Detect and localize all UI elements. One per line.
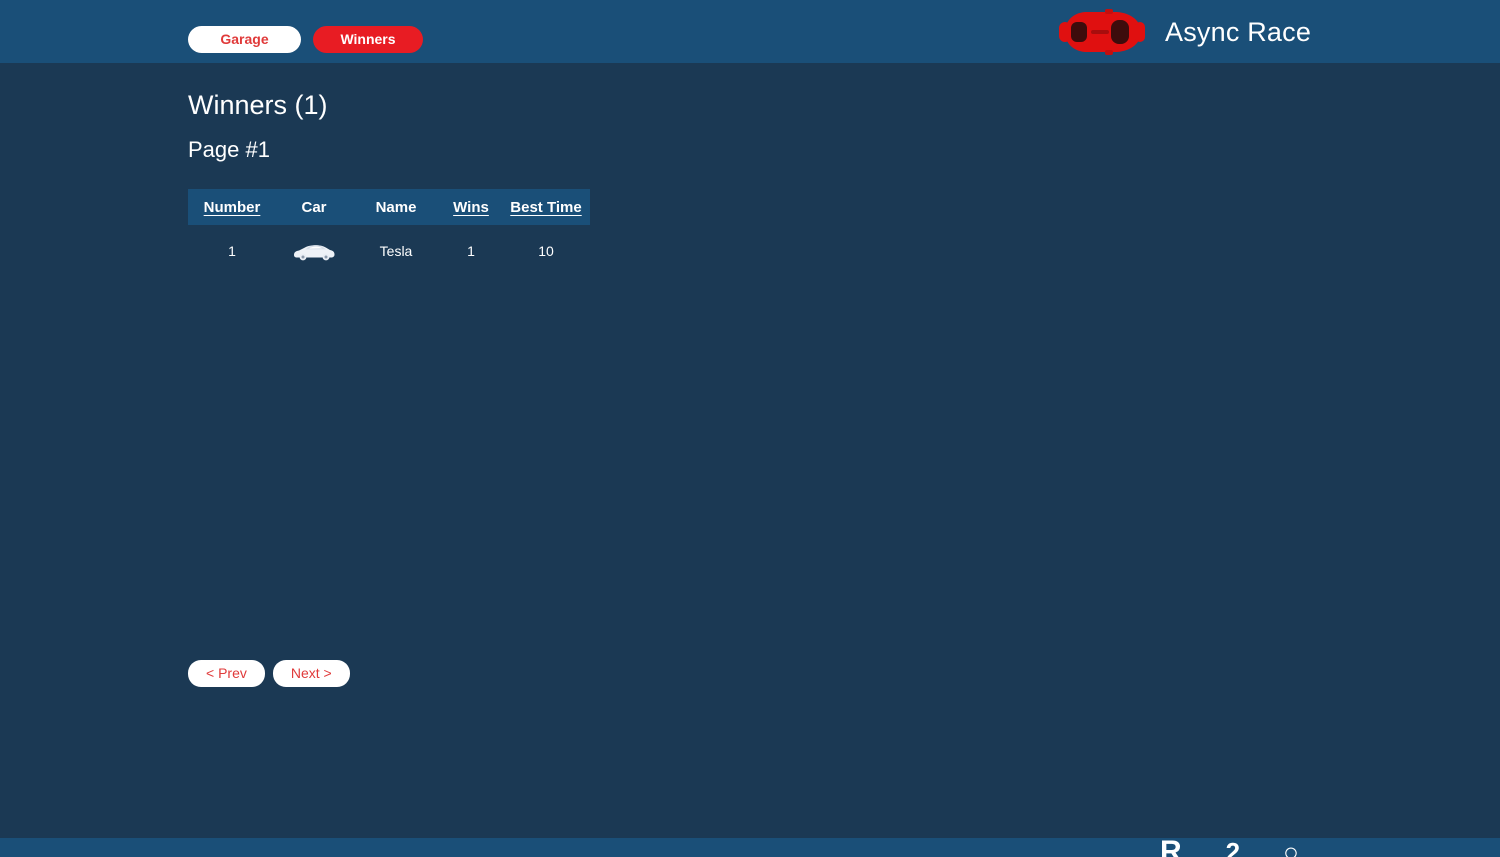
rolling-scopes-logo-icon[interactable]: R bbox=[1160, 838, 1182, 857]
app-footer: R 2 ○ bbox=[0, 838, 1500, 857]
brand: Async Race bbox=[1055, 8, 1311, 56]
column-header-best-time-label[interactable]: Best Time bbox=[510, 199, 581, 216]
column-header-best-time[interactable]: Best Time bbox=[502, 189, 590, 225]
table-body: 1 Tesla 1 10 bbox=[188, 225, 590, 277]
copyright-circle-icon: ○ bbox=[1283, 838, 1299, 857]
cell-best-time: 10 bbox=[538, 243, 554, 259]
main-content: Winners (1) Page #1 Number Car Name Wins… bbox=[0, 63, 1500, 838]
column-header-name: Name bbox=[352, 189, 440, 225]
page-number-label: Page #1 bbox=[188, 137, 270, 162]
nav-button-winners[interactable]: Winners bbox=[313, 26, 423, 53]
table-header: Number Car Name Wins Best Time bbox=[188, 189, 590, 225]
column-header-wins-label[interactable]: Wins bbox=[453, 199, 489, 216]
column-header-name-label: Name bbox=[375, 198, 417, 216]
red-race-car-top-view-icon bbox=[1055, 8, 1147, 56]
pagination-controls: < Prev Next > bbox=[188, 660, 350, 687]
cell-number: 1 bbox=[228, 243, 236, 259]
column-header-car: Car bbox=[276, 189, 352, 225]
cell-car bbox=[276, 225, 352, 277]
footer-year-label: 2 bbox=[1225, 838, 1241, 857]
table-header-row: Number Car Name Wins Best Time bbox=[188, 189, 590, 225]
app-title: Async Race bbox=[1165, 16, 1312, 47]
column-header-number-label[interactable]: Number bbox=[204, 199, 261, 216]
column-header-wins[interactable]: Wins bbox=[440, 189, 502, 225]
prev-page-button[interactable]: < Prev bbox=[188, 660, 265, 687]
next-page-button[interactable]: Next > bbox=[272, 660, 350, 687]
winners-table: Number Car Name Wins Best Time 1 Tesla 1… bbox=[188, 189, 590, 277]
cell-wins: 1 bbox=[467, 243, 475, 259]
white-sedan-side-view-icon bbox=[292, 242, 336, 261]
column-header-number[interactable]: Number bbox=[188, 189, 276, 225]
page-title: Winners (1) bbox=[188, 90, 328, 120]
app-header: Garage Winners Async Race bbox=[0, 0, 1500, 63]
column-header-car-label: Car bbox=[301, 198, 327, 216]
cell-name: Tesla bbox=[379, 243, 413, 259]
table-row: 1 Tesla 1 10 bbox=[188, 225, 590, 277]
main-navigation: Garage Winners bbox=[188, 26, 423, 53]
nav-button-garage[interactable]: Garage bbox=[188, 26, 301, 53]
footer-content: R 2 ○ bbox=[1160, 838, 1299, 857]
